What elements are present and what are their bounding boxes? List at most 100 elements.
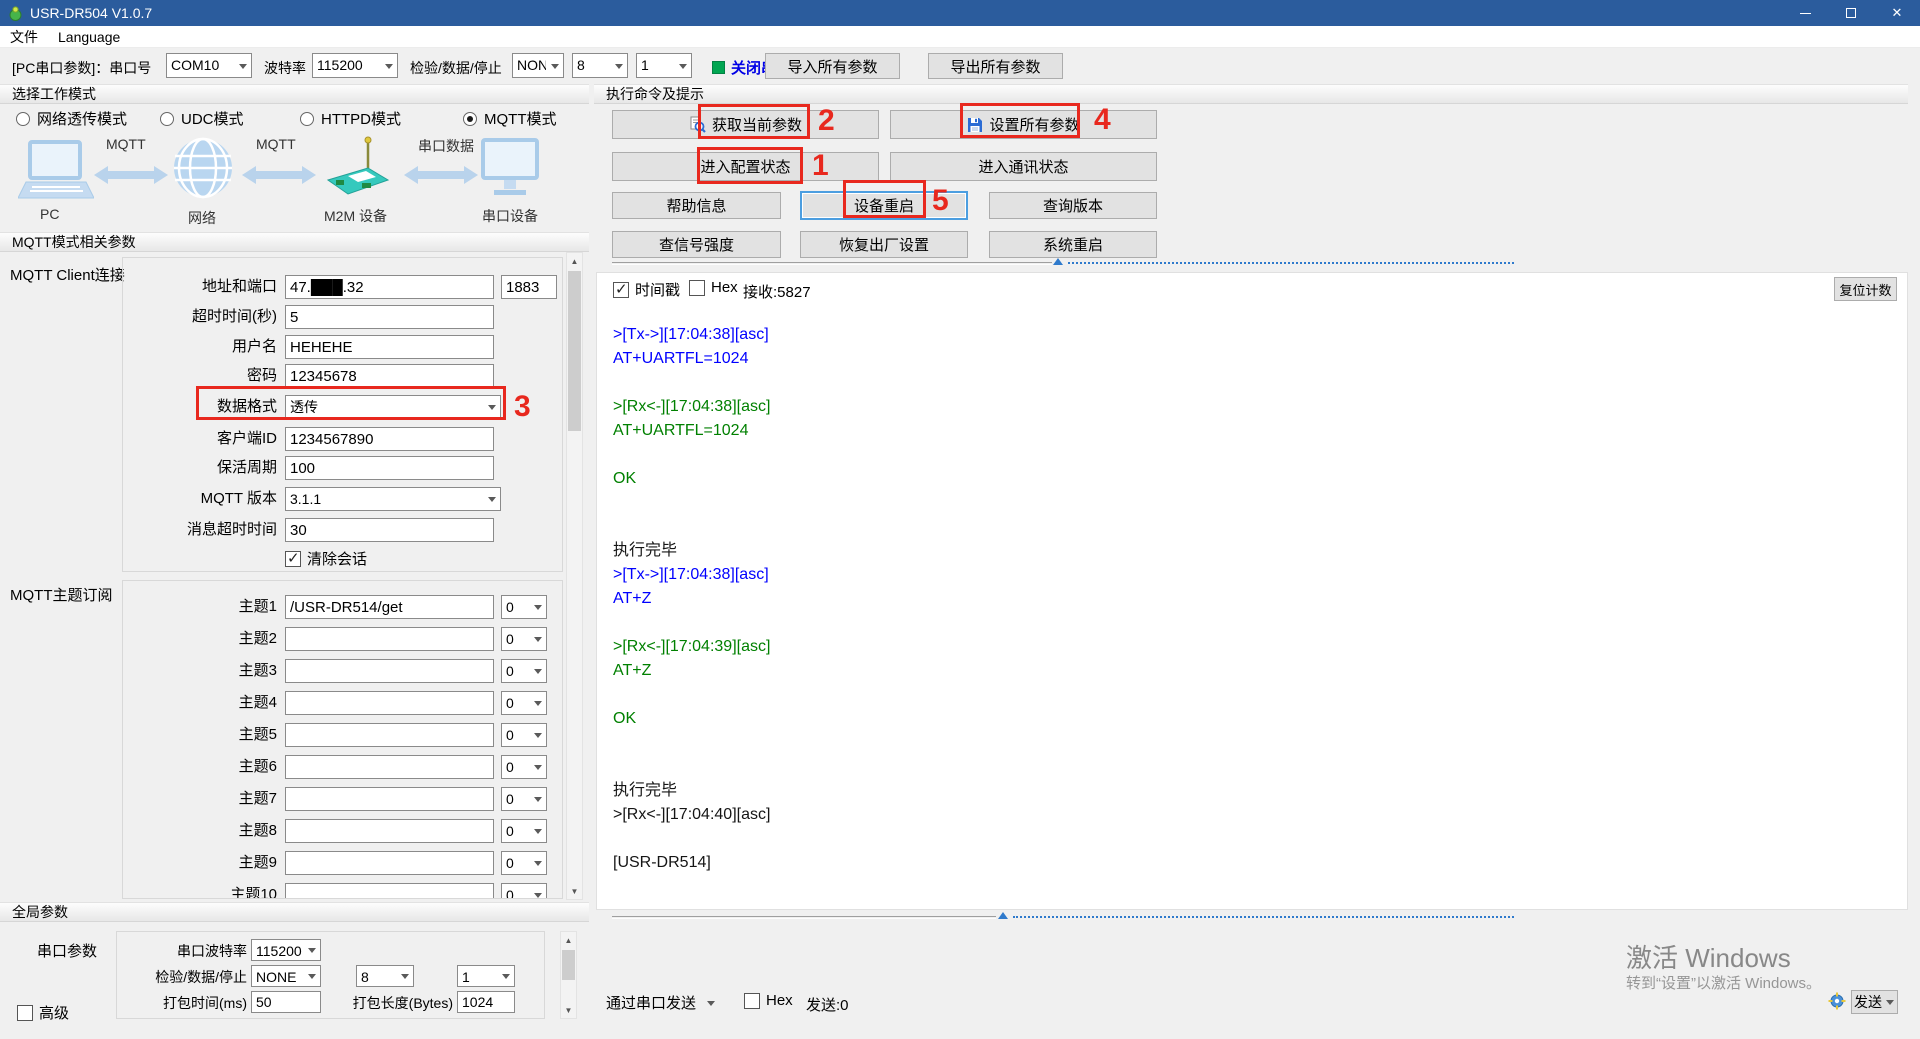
databits-combo[interactable]: 8 (572, 53, 628, 78)
scroll-up-icon[interactable]: ▲ (561, 932, 576, 948)
parity-combo[interactable]: NONI (512, 53, 564, 78)
topic-label: 主题7 (123, 787, 277, 811)
scrollbar-thumb[interactable] (562, 950, 575, 980)
radio-mqtt-mode[interactable]: MQTT模式 (463, 108, 557, 129)
topic-input[interactable] (285, 819, 494, 843)
menu-bar: 文件 Language (0, 26, 1920, 48)
scroll-down-icon[interactable]: ▼ (567, 883, 582, 899)
clear-session-checkbox[interactable]: 清除会话 (285, 548, 367, 569)
send-button[interactable]: 发送 (1851, 990, 1898, 1014)
topic-label: 主题10 (123, 883, 277, 899)
global-baud-select[interactable]: 115200 (251, 939, 321, 961)
help-info-button[interactable]: 帮助信息 (612, 192, 781, 219)
pc-serial-label: [PC串口参数]：串口号 (12, 58, 151, 78)
topic-qos-select[interactable]: 0 (501, 723, 547, 747)
send-options-gear-icon[interactable] (1828, 992, 1846, 1010)
global-parity-select[interactable]: NONE (251, 965, 321, 987)
send-hex-checkbox[interactable]: Hex (744, 992, 793, 1009)
chevron-down-icon (529, 852, 546, 874)
topic-input[interactable] (285, 883, 494, 899)
global-pds-label: 检验/数据/停止 (117, 965, 247, 989)
mqtt-version-select[interactable]: 3.1.1 (285, 487, 501, 511)
radio-label: UDC模式 (181, 108, 244, 129)
log-line (613, 683, 1897, 707)
menu-language[interactable]: Language (48, 26, 130, 48)
log-line: OK (613, 467, 1897, 491)
send-via-serial-dropdown[interactable]: 通过串口发送 (606, 992, 719, 1013)
query-signal-button[interactable]: 查信号强度 (612, 231, 781, 258)
chevron-down-icon (396, 966, 413, 986)
global-databits-select[interactable]: 8 (356, 965, 414, 987)
mqtt-panel-scrollbar[interactable]: ▲ ▼ (566, 252, 583, 900)
stopbits-value: 1 (637, 54, 674, 77)
topic-qos-select[interactable]: 0 (501, 627, 547, 651)
topic-qos-select[interactable]: 0 (501, 883, 547, 899)
scroll-up-icon[interactable]: ▲ (567, 253, 582, 269)
topic-input[interactable] (285, 755, 494, 779)
topic-row: 主题20 (123, 627, 562, 651)
query-version-button[interactable]: 查询版本 (989, 192, 1157, 219)
reset-count-button[interactable]: 复位计数 (1834, 277, 1897, 301)
radio-icon (16, 112, 30, 126)
packtime-input[interactable] (251, 991, 321, 1013)
topic-row: 主题10 0 (123, 883, 562, 899)
timestamp-checkbox[interactable]: 时间戳 (613, 279, 680, 300)
system-reboot-button[interactable]: 系统重启 (989, 231, 1157, 258)
timeout-input[interactable] (285, 305, 494, 329)
topic-input[interactable] (285, 723, 494, 747)
enter-comm-label: 进入通讯状态 (978, 156, 1068, 177)
topic-qos-select[interactable]: 0 (501, 851, 547, 875)
topic-qos-select[interactable]: 0 (501, 595, 547, 619)
stopbits-combo[interactable]: 1 (636, 53, 692, 78)
topic-qos-select[interactable]: 0 (501, 819, 547, 843)
radio-httpd-mode[interactable]: HTTPD模式 (300, 108, 401, 129)
topic-input[interactable] (285, 627, 494, 651)
close-button[interactable]: ✕ (1874, 0, 1920, 26)
packlen-input[interactable] (457, 991, 515, 1013)
topic-qos-select[interactable]: 0 (501, 787, 547, 811)
maximize-button[interactable] (1828, 0, 1874, 26)
msg-timeout-input[interactable] (285, 518, 494, 542)
topic-input[interactable] (285, 691, 494, 715)
topic-qos-select[interactable]: 0 (501, 691, 547, 715)
scrollbar-thumb[interactable] (568, 271, 581, 431)
factory-reset-button[interactable]: 恢复出厂设置 (800, 231, 968, 258)
mqtt-version-label: MQTT 版本 (123, 487, 277, 511)
com-port-combo[interactable]: COM10 (166, 53, 252, 78)
slider-groove (612, 916, 996, 919)
topic-qos-select[interactable]: 0 (501, 659, 547, 683)
keepalive-input[interactable] (285, 456, 494, 480)
scroll-down-icon[interactable]: ▼ (561, 1002, 576, 1018)
advanced-checkbox[interactable]: 高级 (17, 1002, 69, 1023)
global-panel-scrollbar[interactable]: ▲ ▼ (560, 931, 577, 1019)
topic-input[interactable] (285, 595, 494, 619)
log-line: AT+Z (613, 587, 1897, 611)
minimize-button[interactable] (1782, 0, 1828, 26)
password-input[interactable] (285, 364, 494, 388)
client-id-input[interactable] (285, 427, 494, 451)
slider-thumb-icon[interactable] (1053, 258, 1063, 265)
serial-group-label: 串口参数 (37, 940, 97, 961)
log-output[interactable]: >[Tx->][17:04:38][asc]AT+UARTFL=1024 >[R… (613, 323, 1897, 875)
app-window: USR-DR504 V1.0.7 ✕ 文件 Language [PC串口参数]：… (0, 0, 1920, 1039)
topic-qos-select[interactable]: 0 (501, 755, 547, 779)
radio-transparent-mode[interactable]: 网络透传模式 (16, 108, 127, 129)
log-line: AT+UARTFL=1024 (613, 347, 1897, 371)
port-input[interactable] (501, 275, 557, 299)
menu-file[interactable]: 文件 (0, 26, 48, 48)
export-all-params-button[interactable]: 导出所有参数 (928, 53, 1063, 79)
radio-udc-mode[interactable]: UDC模式 (160, 108, 244, 129)
topic-input[interactable] (285, 851, 494, 875)
slider-thumb-icon[interactable] (998, 912, 1008, 919)
address-input[interactable] (285, 275, 494, 299)
username-input[interactable] (285, 335, 494, 359)
mqtt-version-value: 3.1.1 (286, 488, 483, 510)
log-line: AT+UARTFL=1024 (613, 419, 1897, 443)
import-all-params-button[interactable]: 导入所有参数 (765, 53, 900, 79)
log-hex-checkbox[interactable]: Hex (689, 279, 738, 296)
topic-input[interactable] (285, 659, 494, 683)
topic-input[interactable] (285, 787, 494, 811)
global-stopbits-select[interactable]: 1 (457, 965, 515, 987)
baud-combo[interactable]: 115200 (312, 53, 398, 78)
enter-comm-state-button[interactable]: 进入通讯状态 (890, 152, 1157, 181)
